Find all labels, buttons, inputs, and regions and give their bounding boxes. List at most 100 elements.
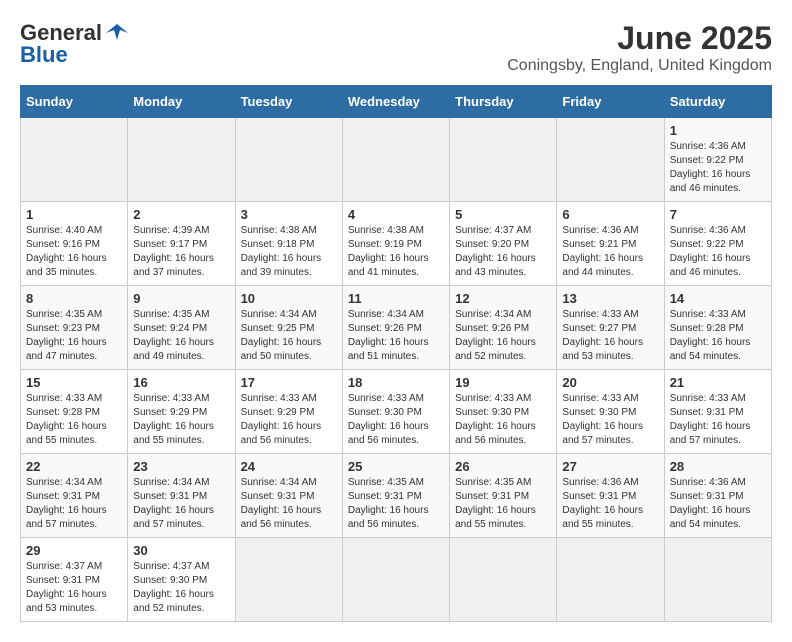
logo-blue: Blue [20,42,68,68]
day-number: 4 [348,207,444,222]
calendar-cell: 15Sunrise: 4:33 AMSunset: 9:28 PMDayligh… [21,370,128,454]
day-number: 7 [670,207,766,222]
calendar-table: SundayMondayTuesdayWednesdayThursdayFrid… [20,85,772,622]
calendar-cell: 13Sunrise: 4:33 AMSunset: 9:27 PMDayligh… [557,286,664,370]
calendar-cell: 27Sunrise: 4:36 AMSunset: 9:31 PMDayligh… [557,454,664,538]
calendar-cell: 1Sunrise: 4:36 AMSunset: 9:22 PMDaylight… [664,118,771,202]
day-info: Sunrise: 4:34 AMSunset: 9:31 PMDaylight:… [133,476,229,532]
logo-bird-icon [106,22,128,44]
calendar-cell: 22Sunrise: 4:34 AMSunset: 9:31 PMDayligh… [21,454,128,538]
calendar-cell: 9Sunrise: 4:35 AMSunset: 9:24 PMDaylight… [128,286,235,370]
day-number: 8 [26,291,122,306]
day-number: 2 [133,207,229,222]
day-info: Sunrise: 4:37 AMSunset: 9:30 PMDaylight:… [133,560,229,616]
day-number: 29 [26,543,122,558]
calendar-day-header: Sunday [21,86,128,118]
calendar-day-header: Saturday [664,86,771,118]
day-info: Sunrise: 4:39 AMSunset: 9:17 PMDaylight:… [133,224,229,280]
day-number: 5 [455,207,551,222]
calendar-cell [450,538,557,622]
calendar-cell [235,118,342,202]
month-year-title: June 2025 [507,20,772,57]
logo: General Blue [20,20,128,68]
day-info: Sunrise: 4:33 AMSunset: 9:30 PMDaylight:… [348,392,444,448]
calendar-cell [128,118,235,202]
calendar-cell: 29 Sunrise: 4:37 AMSunset: 9:31 PMDayligh… [21,538,128,622]
day-number: 22 [26,459,122,474]
calendar-cell: 7 Sunrise: 4:36 AMSunset: 9:22 PMDaylight… [664,202,771,286]
calendar-day-header: Wednesday [342,86,449,118]
day-number: 17 [241,375,337,390]
day-number: 12 [455,291,551,306]
day-info: Sunrise: 4:35 AMSunset: 9:24 PMDaylight:… [133,308,229,364]
calendar-cell [21,118,128,202]
calendar-day-header: Monday [128,86,235,118]
calendar-cell: 23Sunrise: 4:34 AMSunset: 9:31 PMDayligh… [128,454,235,538]
calendar-cell: 17 Sunrise: 4:33 AMSunset: 9:29 PMDayligh… [235,370,342,454]
calendar-cell [557,118,664,202]
day-info: Sunrise: 4:33 AMSunset: 9:27 PMDaylight:… [562,308,658,364]
calendar-cell: 6 Sunrise: 4:36 AMSunset: 9:21 PMDaylight… [557,202,664,286]
day-info: Sunrise: 4:36 AMSunset: 9:22 PMDaylight:… [670,224,766,280]
day-number: 18 [348,375,444,390]
day-info: Sunrise: 4:36 AMSunset: 9:21 PMDaylight:… [562,224,658,280]
calendar-week-row: 22 Sunrise: 4:34 AMSunset: 9:31 PMDayligh… [21,454,772,538]
page-header: General Blue June 2025 Coningsby, Englan… [20,20,772,75]
calendar-cell: 10Sunrise: 4:34 AMSunset: 9:25 PMDayligh… [235,286,342,370]
day-info: Sunrise: 4:36 AMSunset: 9:31 PMDaylight:… [670,476,766,532]
day-info: Sunrise: 4:37 AMSunset: 9:20 PMDaylight:… [455,224,551,280]
calendar-cell: 2 Sunrise: 4:39 AMSunset: 9:17 PMDaylight… [128,202,235,286]
calendar-cell [450,118,557,202]
day-info: Sunrise: 4:40 AMSunset: 9:16 PMDaylight:… [26,224,122,280]
day-info: Sunrise: 4:33 AMSunset: 9:29 PMDaylight:… [241,392,337,448]
calendar-cell: 11Sunrise: 4:34 AMSunset: 9:26 PMDayligh… [342,286,449,370]
calendar-cell: 16 Sunrise: 4:33 AMSunset: 9:29 PMDayligh… [128,370,235,454]
day-info: Sunrise: 4:33 AMSunset: 9:31 PMDaylight:… [670,392,766,448]
day-number: 3 [241,207,337,222]
day-info: Sunrise: 4:33 AMSunset: 9:29 PMDaylight:… [133,392,229,448]
day-info: Sunrise: 4:36 AMSunset: 9:22 PMDaylight:… [670,140,766,196]
calendar-cell [342,538,449,622]
calendar-week-row: 15Sunrise: 4:33 AMSunset: 9:28 PMDayligh… [21,370,772,454]
calendar-header-row: SundayMondayTuesdayWednesdayThursdayFrid… [21,86,772,118]
day-info: Sunrise: 4:36 AMSunset: 9:31 PMDaylight:… [562,476,658,532]
calendar-day-header: Friday [557,86,664,118]
day-info: Sunrise: 4:35 AMSunset: 9:23 PMDaylight:… [26,308,122,364]
calendar-cell [664,538,771,622]
day-number: 14 [670,291,766,306]
day-info: Sunrise: 4:33 AMSunset: 9:30 PMDaylight:… [562,392,658,448]
location-subtitle: Coningsby, England, United Kingdom [507,57,772,75]
calendar-cell: 8 Sunrise: 4:35 AMSunset: 9:23 PMDaylight… [21,286,128,370]
calendar-cell: 3 Sunrise: 4:38 AMSunset: 9:18 PMDaylight… [235,202,342,286]
day-info: Sunrise: 4:33 AMSunset: 9:28 PMDaylight:… [670,308,766,364]
day-info: Sunrise: 4:33 AMSunset: 9:30 PMDaylight:… [455,392,551,448]
title-block: June 2025 Coningsby, England, United Kin… [507,20,772,75]
calendar-cell: 19Sunrise: 4:33 AMSunset: 9:30 PMDayligh… [450,370,557,454]
day-number: 30 [133,543,229,558]
calendar-week-row: 1 Sunrise: 4:40 AMSunset: 9:16 PMDaylight… [21,202,772,286]
calendar-cell: 14 Sunrise: 4:33 AMSunset: 9:28 PMDayligh… [664,286,771,370]
calendar-cell: 4 Sunrise: 4:38 AMSunset: 9:19 PMDaylight… [342,202,449,286]
day-info: Sunrise: 4:37 AMSunset: 9:31 PMDaylight:… [26,560,122,616]
calendar-cell: 18 Sunrise: 4:33 AMSunset: 9:30 PMDayligh… [342,370,449,454]
day-info: Sunrise: 4:34 AMSunset: 9:26 PMDaylight:… [455,308,551,364]
calendar-cell: 28 Sunrise: 4:36 AMSunset: 9:31 PMDayligh… [664,454,771,538]
day-number: 28 [670,459,766,474]
calendar-cell: 12 Sunrise: 4:34 AMSunset: 9:26 PMDayligh… [450,286,557,370]
day-number: 6 [562,207,658,222]
calendar-cell: 24Sunrise: 4:34 AMSunset: 9:31 PMDayligh… [235,454,342,538]
day-number: 1 [26,207,122,222]
calendar-week-row: 1Sunrise: 4:36 AMSunset: 9:22 PMDaylight… [21,118,772,202]
calendar-cell: 26Sunrise: 4:35 AMSunset: 9:31 PMDayligh… [450,454,557,538]
calendar-day-header: Tuesday [235,86,342,118]
day-number: 15 [26,375,122,390]
day-info: Sunrise: 4:38 AMSunset: 9:19 PMDaylight:… [348,224,444,280]
day-info: Sunrise: 4:35 AMSunset: 9:31 PMDaylight:… [348,476,444,532]
day-number: 24 [241,459,337,474]
day-number: 20 [562,375,658,390]
calendar-week-row: 8 Sunrise: 4:35 AMSunset: 9:23 PMDaylight… [21,286,772,370]
day-number: 21 [670,375,766,390]
day-info: Sunrise: 4:38 AMSunset: 9:18 PMDaylight:… [241,224,337,280]
calendar-cell: 1 Sunrise: 4:40 AMSunset: 9:16 PMDaylight… [21,202,128,286]
day-number: 16 [133,375,229,390]
